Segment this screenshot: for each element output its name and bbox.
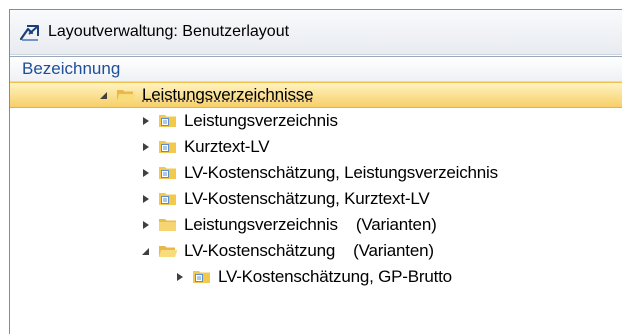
tree-row-leistungsverzeichnis-varianten[interactable]: Leistungsverzeichnis (Varianten) <box>10 212 622 238</box>
layout-folder-icon <box>158 113 178 129</box>
layout-manager-window: Layoutverwaltung: Benutzerlayout Bezeich… <box>9 9 622 334</box>
open-folder-icon <box>116 87 136 103</box>
folder-icon <box>158 217 178 233</box>
collapsed-triangle-icon[interactable] <box>139 166 153 180</box>
collapsed-triangle-icon[interactable] <box>139 218 153 232</box>
collapsed-triangle-icon[interactable] <box>139 192 153 206</box>
tree-row-label: LV-Kostenschätzung, Leistungsverzeichnis <box>184 163 498 182</box>
collapsed-triangle-icon[interactable] <box>139 114 153 128</box>
tree-row-label: Leistungsverzeichnisse <box>142 85 314 104</box>
tree-row-label: Leistungsverzeichnis (Varianten) <box>184 215 437 234</box>
collapsed-triangle-icon[interactable] <box>173 270 187 284</box>
column-header-bezeichnung[interactable]: Bezeichnung <box>10 57 622 82</box>
tree-row-leistungsverzeichnisse[interactable]: Leistungsverzeichnisse <box>10 82 622 108</box>
title-bar: Layoutverwaltung: Benutzerlayout <box>10 10 622 55</box>
tree-row-label: Leistungsverzeichnis <box>184 111 338 130</box>
layout-folder-icon <box>158 165 178 181</box>
layout-arrow-icon <box>19 21 41 43</box>
tree-row-leistungsverzeichnis[interactable]: Leistungsverzeichnis <box>10 108 622 134</box>
tree-row-label: LV-Kostenschätzung, GP-Brutto <box>218 267 452 286</box>
column-header-label: Bezeichnung <box>22 59 121 78</box>
layout-tree-grid: Bezeichnung Leistungsverzeichnisse Leist… <box>10 56 622 334</box>
collapsed-triangle-icon[interactable] <box>139 140 153 154</box>
tree-row-lv-kostenschaetzung-kurztext-lv[interactable]: LV-Kostenschätzung, Kurztext-LV <box>10 186 622 212</box>
tree-row-label: LV-Kostenschätzung (Varianten) <box>184 241 434 260</box>
window-title: Layoutverwaltung: Benutzerlayout <box>48 23 290 40</box>
layout-folder-icon <box>158 191 178 207</box>
tree-row-lv-kostenschaetzung-gp-brutto[interactable]: LV-Kostenschätzung, GP-Brutto <box>10 264 622 290</box>
tree-row-lv-kostenschaetzung-varianten[interactable]: LV-Kostenschätzung (Varianten) <box>10 238 622 264</box>
layout-folder-icon <box>158 139 178 155</box>
tree-row-label: LV-Kostenschätzung, Kurztext-LV <box>184 189 430 208</box>
open-folder-icon <box>158 243 178 259</box>
tree-row-lv-kostenschaetzung-leistungsverzeichnis[interactable]: LV-Kostenschätzung, Leistungsverzeichnis <box>10 160 622 186</box>
tree-row-kurztext-lv[interactable]: Kurztext-LV <box>10 134 622 160</box>
layout-folder-icon <box>192 269 212 285</box>
expanded-triangle-icon[interactable] <box>139 244 153 258</box>
expanded-triangle-icon[interactable] <box>97 88 111 102</box>
tree-row-label: Kurztext-LV <box>184 137 270 156</box>
